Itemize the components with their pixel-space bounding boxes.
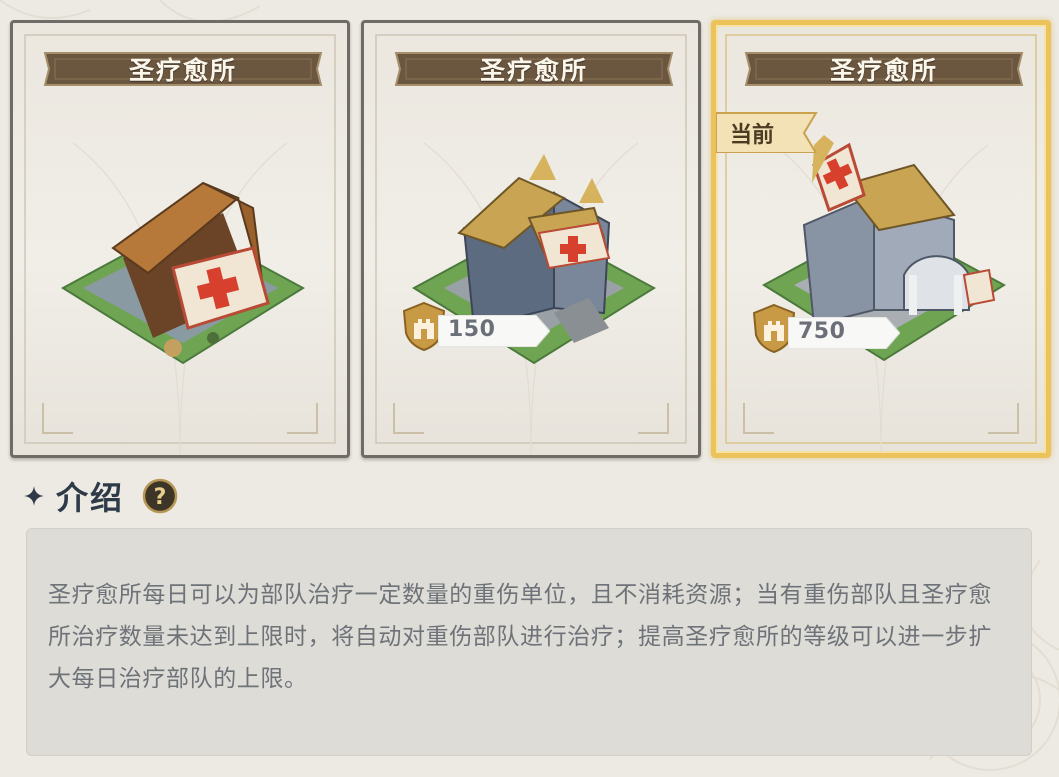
diamond-star-icon <box>24 486 44 506</box>
card-title: 圣疗愈所 <box>479 56 588 85</box>
healing-house-wooden-icon <box>61 181 305 365</box>
price-value: 150 <box>448 317 496 342</box>
level-card-3-current[interactable]: 圣疗愈所 当前 750 <box>711 20 1051 458</box>
description-panel: 圣疗愈所每日可以为部队治疗一定数量的重伤单位，且不消耗资源；当有重伤部队且圣疗愈… <box>26 528 1032 756</box>
card-title-banner: 圣疗愈所 <box>392 47 676 91</box>
intro-header: 介绍 ? <box>24 474 178 518</box>
level-card-2[interactable]: 圣疗愈所 150 <box>361 20 701 458</box>
help-glyph: ? <box>154 485 167 510</box>
current-level-tag: 当前 <box>716 109 826 154</box>
question-mark-icon[interactable]: ? <box>142 478 178 514</box>
price-tag: 750 <box>752 303 900 353</box>
card-title: 圣疗愈所 <box>128 56 237 85</box>
level-card-1[interactable]: 圣疗愈所 <box>10 20 350 458</box>
description-text: 圣疗愈所每日可以为部队治疗一定数量的重伤单位，且不消耗资源；当有重伤部队且圣疗愈… <box>48 582 992 692</box>
card-title-banner: 圣疗愈所 <box>41 47 325 91</box>
price-tag: 150 <box>402 301 550 351</box>
card-title: 圣疗愈所 <box>829 56 938 85</box>
price-value: 750 <box>798 319 846 344</box>
intro-title: 介绍 <box>56 479 125 517</box>
current-tag-text: 当前 <box>730 123 775 148</box>
card-title-banner: 圣疗愈所 <box>742 47 1026 91</box>
